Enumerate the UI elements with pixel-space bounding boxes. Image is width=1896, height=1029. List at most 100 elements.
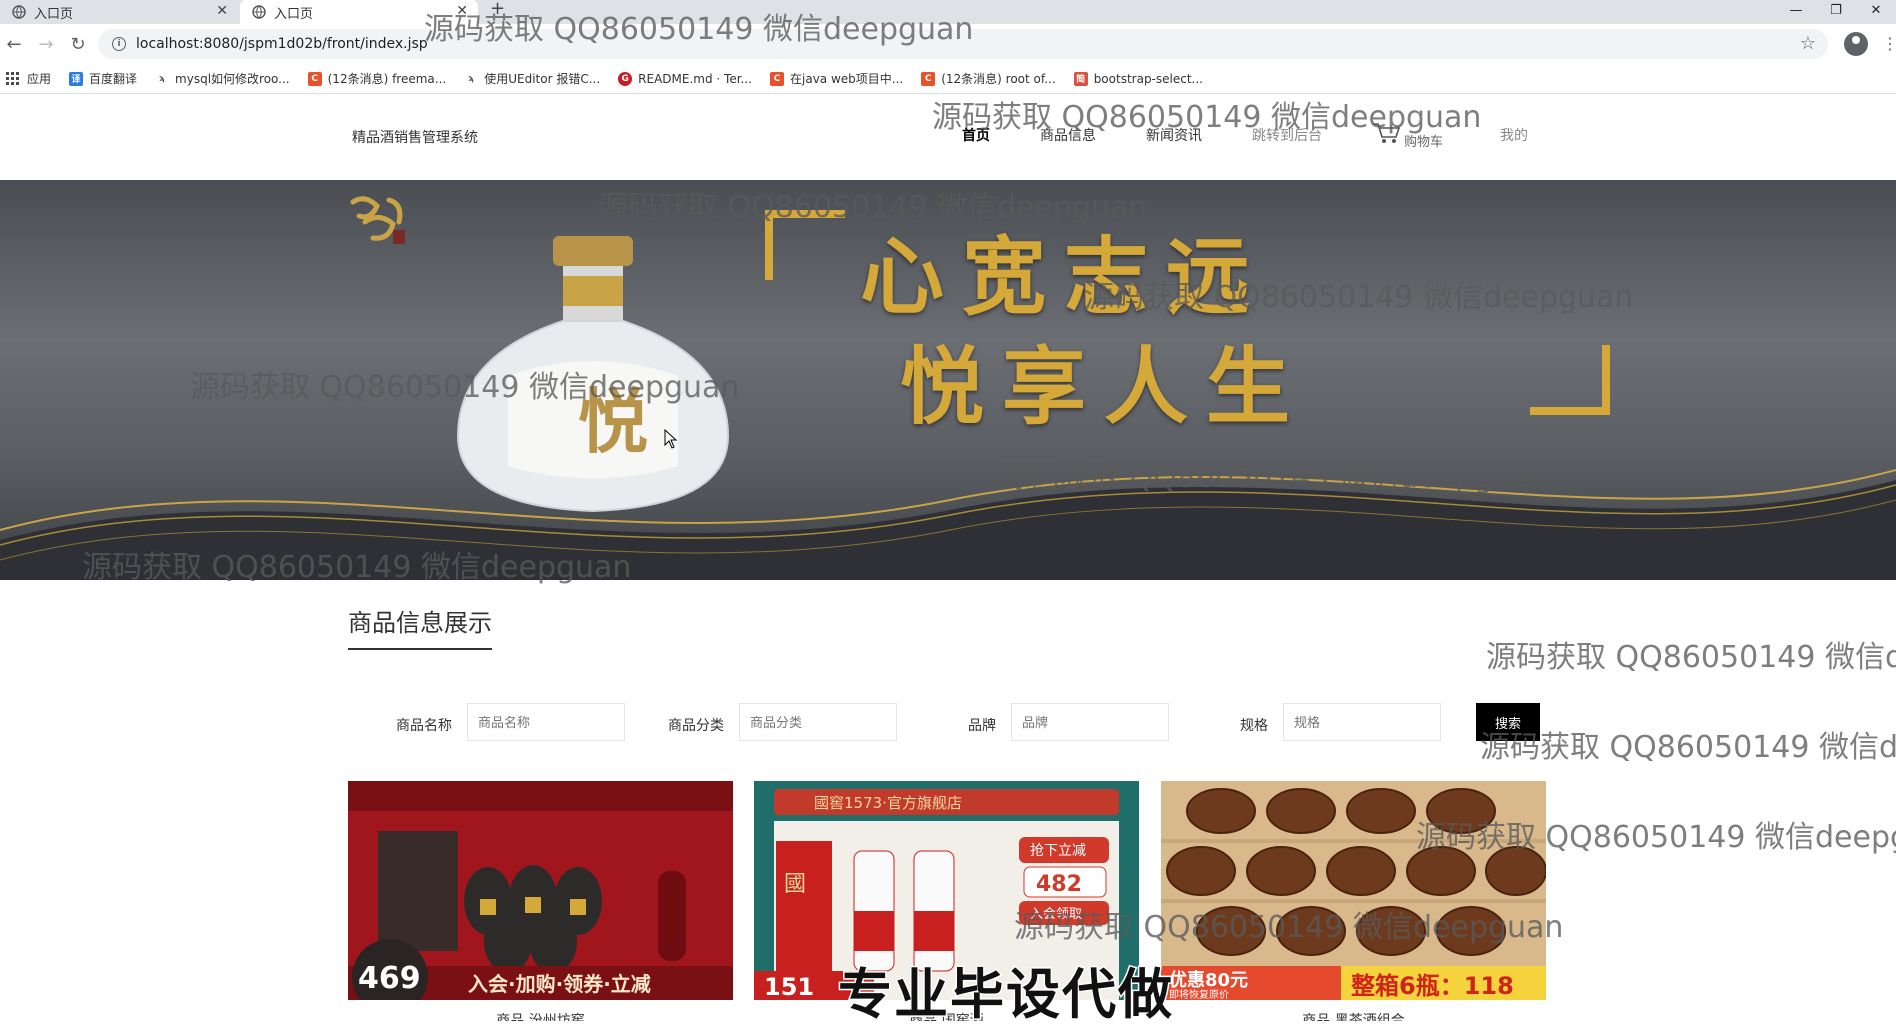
url-text: localhost:8080/jspm1d02b/front/index.jsp [136,36,428,52]
banner-slogan-line1: 心宽志远 [860,227,1269,326]
site-brand[interactable]: 精品酒销售管理系统 [352,127,478,147]
price-tag-text: 469 [358,961,421,996]
name-label: 商品名称 [396,718,452,734]
bookmark-label: 在java web项目中... [790,72,904,86]
browser-menu-icon[interactable]: ⋮ [1882,34,1896,53]
close-tab-icon[interactable]: ✕ [456,3,468,19]
tab-title: 入口页 [34,6,74,22]
browser-tab-1[interactable]: 入口页 ✕ [0,0,238,24]
nav-home[interactable]: 首页 [962,125,990,145]
tab-title: 入口页 [274,6,314,22]
bookmark-item[interactable]: C (12条消息) freema... [307,70,447,87]
new-tab-icon[interactable]: + [490,0,505,19]
section-title: 商品信息展示 [348,603,492,650]
address-bar[interactable]: i localhost:8080/jspm1d02b/front/index.j… [98,29,1828,59]
nav-mine[interactable]: 我的 [1500,125,1528,145]
bookmark-label: 百度翻译 [89,72,138,86]
jianshu-icon: 简 [1073,71,1088,86]
nav-products[interactable]: 商品信息 [1040,125,1096,145]
globe-icon [252,5,266,19]
cart-icon[interactable] [1372,121,1402,145]
bookmark-label: (12条消息) root of... [941,72,1056,86]
apps-grid-icon [6,72,19,85]
promo-stamp-text: 专业毕设代做 [837,962,1174,1028]
bookmark-label: 应用 [27,72,52,86]
spec-input[interactable] [1283,703,1441,741]
forward-icon[interactable]: → [34,32,58,56]
page-content: 精品酒销售管理系统 首页 商品信息 新闻资讯 跳转到后台 购物车 我的 悦 心宽… [0,95,1896,1021]
minimize-icon[interactable]: — [1776,0,1816,20]
nav-cart[interactable]: 购物车 [1404,131,1443,150]
browser-tab-2[interactable]: 入口页 ✕ [240,0,478,24]
bottom-price-text: 151 [764,973,814,1000]
close-window-icon[interactable]: ✕ [1856,0,1896,20]
badge-bottom-text: 入会领取 [1030,907,1082,922]
bookmark-item[interactable]: 译百度翻译 [69,70,137,87]
svg-text:國: 國 [784,872,806,897]
product-card[interactable]: 优惠80元 即将恢复原价 整箱6瓶：118 [1161,781,1546,1000]
hero-banner[interactable]: 悦 心宽志远 悦享人生 [0,180,1896,580]
browser-toolbar: ← → ↻ i localhost:8080/jspm1d02b/front/i… [0,24,1896,64]
bookmark-star-icon[interactable]: ☆ [1800,33,1816,54]
mouse-cursor-icon [664,429,678,449]
info-icon[interactable]: i [112,37,126,51]
nav-news[interactable]: 新闻资讯 [1146,125,1202,145]
product-image: 优惠80元 即将恢复原价 整箱6瓶：118 [1161,781,1546,1000]
promo-sub-text: 即将恢复原价 [1169,988,1229,1000]
close-tab-icon[interactable]: ✕ [216,3,228,19]
store-text: 國窖1573·官方旗舰店 [814,794,962,812]
product-caption[interactable]: 商品 黑茶酒组合 [1161,1009,1546,1021]
brand-seal-logo [345,192,425,252]
bracket-right-decoration [1530,345,1610,415]
promo-right-text: 整箱6瓶：118 [1351,972,1514,1000]
product-image: 469 入会·加购·领券·立减 [348,781,733,1000]
gold-wave-decoration [0,469,1896,580]
category-label: 商品分类 [668,718,724,734]
promo-left-text: 优惠80元 [1169,969,1248,991]
bookmark-item[interactable]: C (12条消息) root of... [921,70,1056,87]
globe-icon [12,5,26,19]
search-button[interactable]: 搜索 [1476,703,1540,741]
csdn-icon: C [921,71,936,86]
bookmark-item[interactable]: G README.md · Ter... [618,71,752,86]
site-header: 精品酒销售管理系统 首页 商品信息 新闻资讯 跳转到后台 购物车 我的 [0,95,1896,180]
profile-avatar-icon[interactable] [1844,32,1868,56]
product-caption[interactable]: 商品 汾州坊窖 [348,1009,733,1021]
bird-icon: ϡ [464,71,479,86]
product-card[interactable]: 469 入会·加购·领券·立减 [348,781,733,1000]
translate-icon: 译 [69,71,84,86]
bracket-left-decoration [765,210,845,280]
bookmark-label: mysql如何修改roo... [175,72,290,86]
badge-top-text: 抢下立减 [1030,842,1086,859]
back-icon[interactable]: ← [2,32,26,56]
liquor-bottle-image: 悦 [456,236,730,513]
brand-input[interactable] [1011,703,1169,741]
csdn-icon: C [307,71,322,86]
bookmark-item[interactable]: 简 bootstrap-select... [1073,71,1203,86]
gitee-icon: G [618,71,633,86]
nav-admin[interactable]: 跳转到后台 [1252,125,1322,145]
product-name-input[interactable] [467,703,625,741]
spec-label: 规格 [1240,718,1268,734]
csdn-icon: C [770,71,784,86]
promo-text: 入会·加购·领券·立减 [468,972,651,996]
svg-text:悦: 悦 [578,380,648,463]
bookmark-label: bootstrap-select... [1093,71,1203,86]
reload-icon[interactable]: ↻ [66,32,90,56]
bookmark-item[interactable]: ϡ mysql如何修改roo... [155,70,290,87]
bookmarks-bar: 应用 译百度翻译 ϡ mysql如何修改roo... C (12条消息) freem… [0,64,1896,94]
bookmark-item[interactable]: ϡ 使用UEditor 报错C... [464,70,600,87]
bookmark-label: (12条消息) freema... [327,72,447,86]
bird-icon: ϡ [155,71,170,86]
badge-price-text: 482 [1036,872,1082,897]
bookmark-item[interactable]: C 在java web项目中... [770,70,903,87]
product-category-input[interactable] [739,703,897,741]
browser-tabbar: 入口页 ✕ 入口页 ✕ + — ❐ ✕ [0,0,1896,24]
restore-icon[interactable]: ❐ [1816,0,1856,20]
brand-label: 品牌 [968,718,996,734]
bookmark-apps[interactable]: 应用 [6,70,51,87]
bookmark-label: 使用UEditor 报错C... [484,72,601,86]
bookmark-label: README.md · Ter... [638,71,752,86]
product-search-form: 商品名称 商品分类 品牌 规格 搜索 [0,703,1896,743]
banner-slogan-line2: 悦享人生 [900,337,1309,436]
